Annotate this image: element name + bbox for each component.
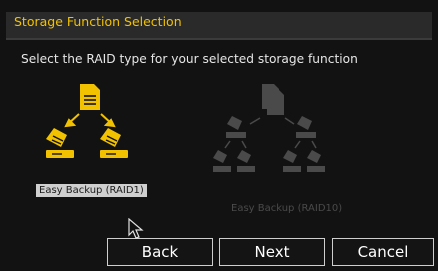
raid10-icon [213, 84, 325, 172]
mouse-pointer-icon [128, 218, 144, 239]
instruction-text: Select the RAID type for your selected s… [21, 52, 358, 66]
back-button[interactable]: Back [107, 238, 213, 266]
dialog-window: Storage Function Selection Select the RA… [0, 0, 438, 271]
cancel-button-label: Cancel [357, 243, 409, 261]
dialog-title: Storage Function Selection [14, 14, 182, 29]
option-raid1-label[interactable]: Easy Backup (RAID1) [36, 184, 147, 197]
option-raid1[interactable]: Easy Backup (RAID1) [30, 78, 190, 218]
back-button-label: Back [141, 243, 179, 261]
next-button[interactable]: Next [219, 238, 325, 266]
title-divider [6, 38, 432, 40]
option-raid10[interactable]: Easy Backup (RAID10) [210, 78, 350, 218]
option-raid10-label[interactable]: Easy Backup (RAID10) [228, 202, 345, 215]
cancel-button[interactable]: Cancel [332, 238, 434, 266]
next-button-label: Next [254, 243, 290, 261]
raid1-icon [46, 84, 128, 158]
